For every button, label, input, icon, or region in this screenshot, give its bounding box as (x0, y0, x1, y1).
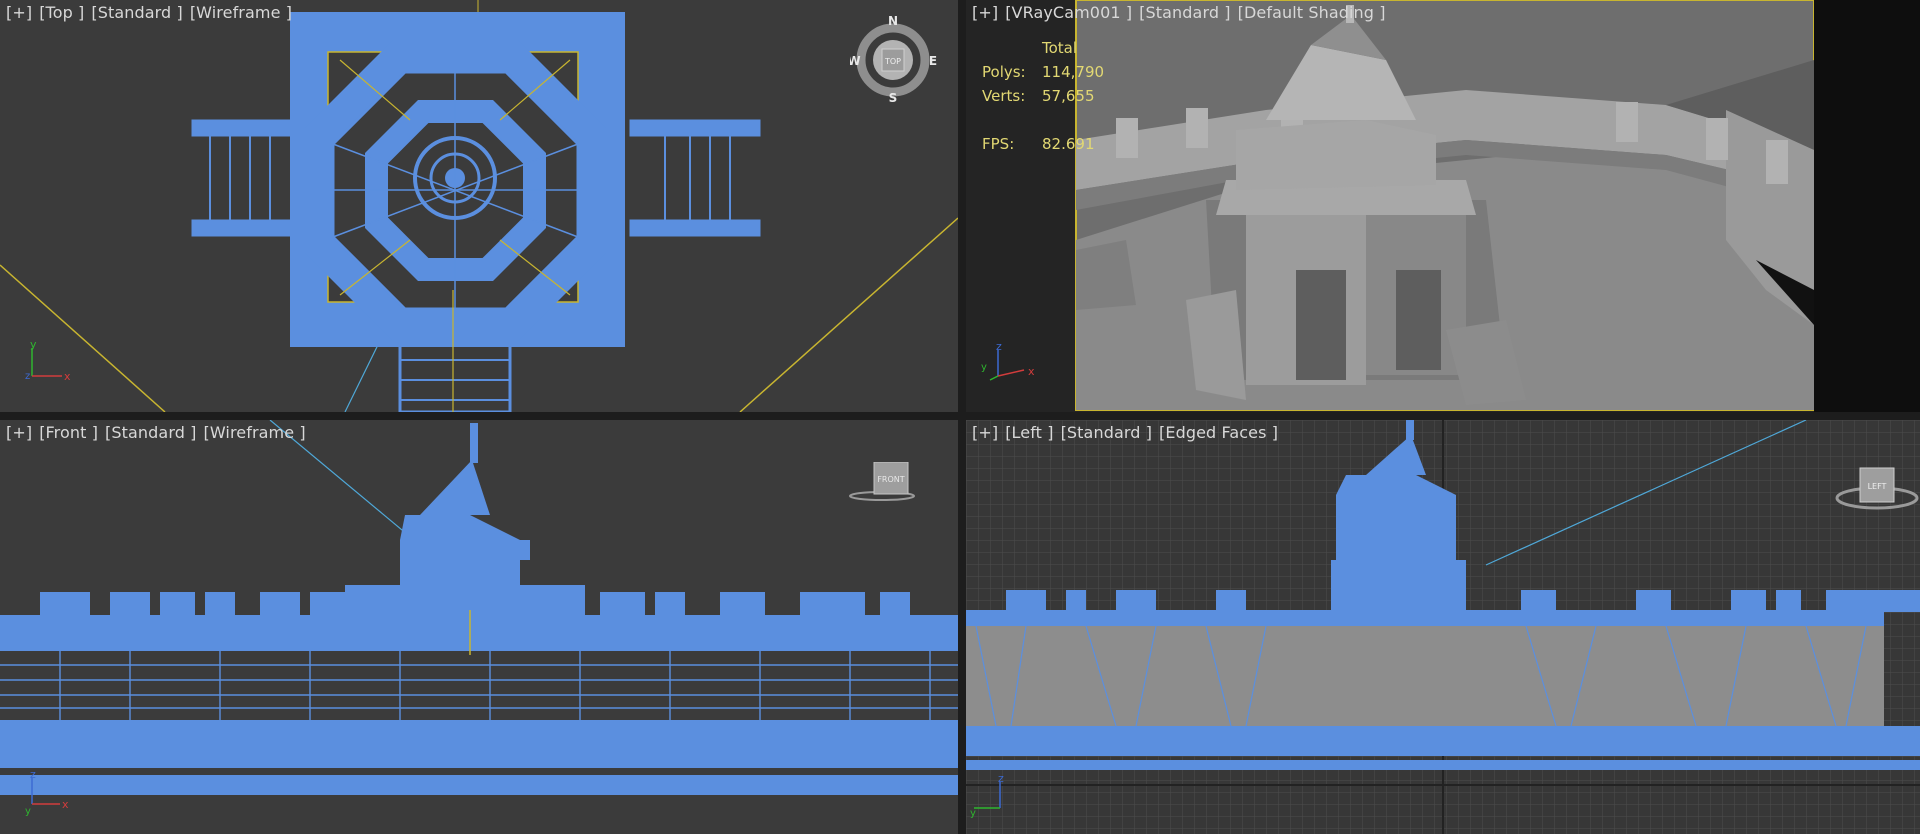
axis-tripod-camera: z x y (981, 340, 1035, 381)
axis-x-label: x (1028, 365, 1035, 378)
viewport-label-front: [+] [Front ] [Standard ] [Wireframe ] (6, 423, 313, 442)
viewport-shading-menu[interactable]: [Edged Faces ] (1159, 423, 1278, 442)
viewport-plus-menu[interactable]: [+] (972, 3, 998, 22)
viewcube-compass-top[interactable]: TOP N S E W (847, 14, 940, 110)
viewport-point-of-view-menu[interactable]: [Front ] (39, 423, 98, 442)
stats-verts-label: Verts: (982, 87, 1026, 105)
statistics-overlay: Total Polys: 114,790 Verts: 57,655 FPS: 82.… (982, 36, 1104, 156)
axis-y-label: y (970, 808, 976, 819)
axis-z-label: z (25, 371, 30, 382)
axis-y-label: y (25, 806, 31, 817)
viewport-preset-menu[interactable]: [Standard ] (1139, 3, 1230, 22)
viewport-label-camera: [+] [VRayCam001 ] [Standard ] [Default Shad… (972, 3, 1393, 22)
viewport-point-of-view-menu[interactable]: [VRayCam001 ] (1005, 3, 1132, 22)
viewport-plus-menu[interactable]: [+] (972, 423, 998, 442)
viewport-camera[interactable]: [+] [VRayCam001 ] [Standard ] [Default Shad… (966, 0, 1920, 412)
viewcube-front[interactable]: FRONT (846, 461, 916, 516)
viewport-shading-menu[interactable]: [Wireframe ] (190, 3, 292, 22)
viewport-label-top: [+] [Top ] [Standard ] [Wireframe ] (6, 3, 299, 22)
compass-east-label: E (929, 54, 937, 68)
viewport-label-left: [+] [Left ] [Standard ] [Edged Faces ] (972, 423, 1285, 442)
viewport-shading-menu[interactable]: [Default Shading ] (1238, 3, 1386, 22)
axis-y-label: y (981, 362, 987, 373)
viewport-left[interactable]: [+] [Left ] [Standard ] [Edged Faces ] L… (966, 420, 1920, 834)
axis-x-label: x (64, 370, 71, 383)
axis-tripod-left: z y (970, 772, 1004, 819)
viewport-point-of-view-menu[interactable]: [Left ] (1005, 423, 1053, 442)
axis-tripod-top: y x z (25, 338, 71, 383)
stats-polys-value: 114,790 (1042, 63, 1105, 81)
viewport-plus-menu[interactable]: [+] (6, 423, 32, 442)
axis-tripod-front: z x y (25, 768, 69, 817)
viewport-shading-menu[interactable]: [Wireframe ] (204, 423, 306, 442)
front-wireframe-geometry (0, 420, 958, 834)
axis-y-label: y (30, 338, 37, 351)
viewcube-face-label: LEFT (1868, 482, 1887, 491)
axis-x-label: x (62, 798, 69, 811)
stats-fps-value: 82.691 (1042, 135, 1095, 153)
compass-north-label: N (888, 16, 898, 28)
compass-west-label: W (850, 54, 861, 68)
viewport-preset-menu[interactable]: [Standard ] (1061, 423, 1152, 442)
axis-z-label: z (30, 768, 36, 781)
stats-header: Total (1042, 39, 1078, 57)
axis-z-label: z (996, 340, 1002, 353)
top-wireframe-geometry (0, 0, 958, 412)
viewport-top[interactable]: [+] [Top ] [Standard ] [Wireframe ] y x … (0, 0, 958, 412)
viewport-preset-menu[interactable]: [Standard ] (91, 3, 182, 22)
viewport-plus-menu[interactable]: [+] (6, 3, 32, 22)
stats-fps-label: FPS: (982, 135, 1015, 153)
viewcube-left[interactable]: LEFT (1834, 454, 1920, 528)
left-edged-faces-geometry (966, 420, 1920, 834)
viewcube-face-label: FRONT (877, 475, 904, 484)
viewport-point-of-view-menu[interactable]: [Top ] (39, 3, 84, 22)
viewport-preset-menu[interactable]: [Standard ] (105, 423, 196, 442)
camera-shaded-scene (966, 0, 1920, 412)
viewport-front[interactable]: [+] [Front ] [Standard ] [Wireframe ] FR… (0, 420, 958, 834)
viewcube-face-label: TOP (884, 57, 901, 66)
axis-z-label: z (998, 772, 1004, 785)
stats-polys-label: Polys: (982, 63, 1026, 81)
compass-south-label: S (889, 91, 898, 105)
stats-verts-value: 57,655 (1042, 87, 1095, 105)
